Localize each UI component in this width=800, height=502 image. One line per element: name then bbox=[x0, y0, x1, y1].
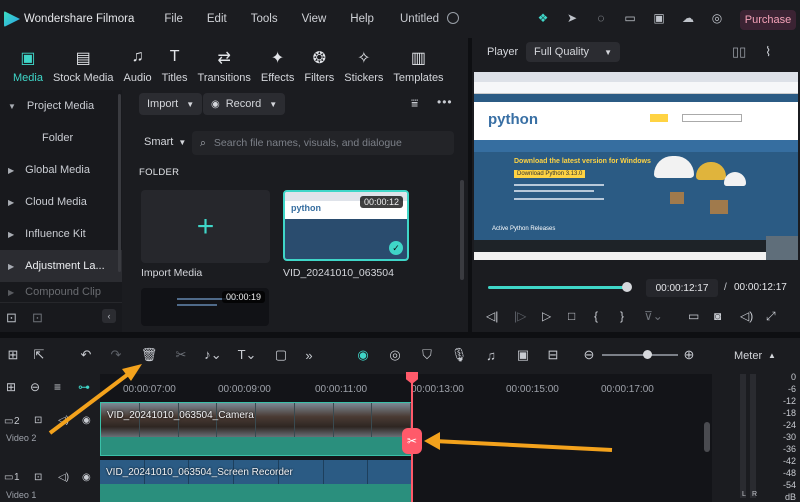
annotation-arrows bbox=[48, 364, 613, 452]
annotation-arrow-delete bbox=[48, 370, 133, 435]
annotation-arrowhead bbox=[424, 432, 440, 450]
annotation-arrow-split bbox=[433, 439, 613, 452]
